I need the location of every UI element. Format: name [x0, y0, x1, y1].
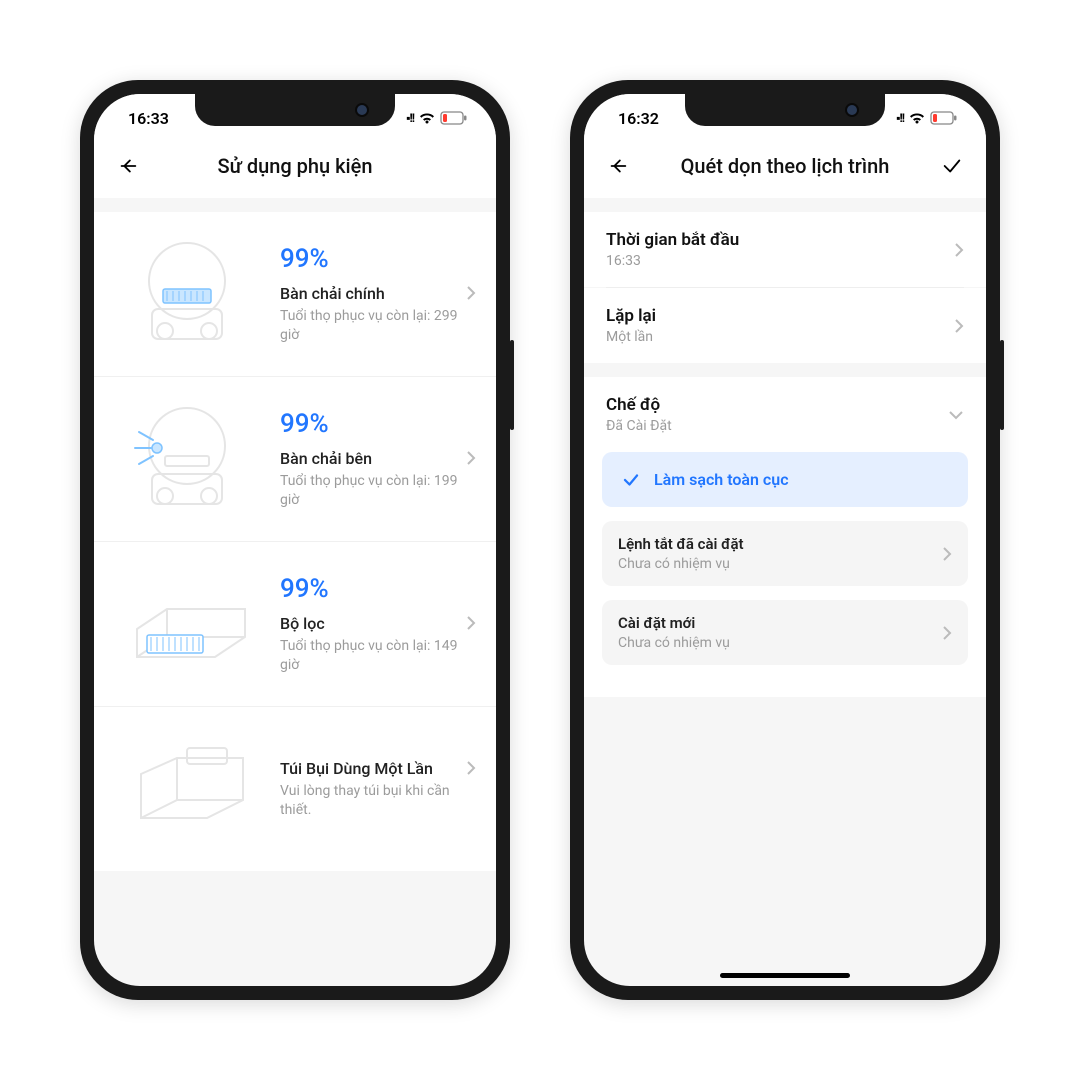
confirm-button[interactable] [938, 152, 966, 180]
option-new-setting[interactable]: Cài đặt mới Chưa có nhiệm vụ [602, 600, 968, 665]
option-title: Cài đặt mới [618, 614, 730, 632]
option-global-clean[interactable]: Làm sạch toàn cục [602, 452, 968, 507]
mode-value: Đã Cài Đặt [606, 418, 672, 434]
phone-mockup-right: 16:32 ▪!! Quét dọn theo lịch trình Thời … [570, 80, 1000, 1000]
start-time-value: 16:33 [606, 253, 739, 269]
page-title: Quét dọn theo lịch trình [632, 154, 938, 178]
chevron-right-icon [942, 625, 952, 641]
accessory-item-filter[interactable]: 99% Bộ lọc Tuổi thọ phục vụ còn lại: 149… [94, 542, 496, 707]
accessory-item-dust-bag[interactable]: Túi Bụi Dùng Một Lần Vui lòng thay túi b… [94, 707, 496, 871]
battery-low-icon [930, 111, 958, 125]
back-button[interactable] [114, 152, 142, 180]
arrow-left-icon [117, 155, 139, 177]
check-icon [622, 471, 640, 489]
accessory-percent: 99% [280, 409, 476, 439]
start-time-label: Thời gian bắt đầu [606, 230, 739, 250]
phone-notch [685, 94, 885, 126]
chevron-right-icon [466, 450, 476, 466]
section-gap [584, 363, 986, 377]
chevron-right-icon [466, 615, 476, 631]
section-gap [94, 198, 496, 212]
option-label: Làm sạch toàn cục [654, 470, 789, 489]
page-title: Sử dụng phụ kiện [142, 154, 448, 178]
back-button[interactable] [604, 152, 632, 180]
accessory-name: Bộ lọc [280, 614, 325, 633]
accessory-sub: Tuổi thọ phục vụ còn lại: 199 giờ [280, 472, 476, 510]
signal-icon: ▪!! [406, 111, 414, 125]
status-indicators: ▪!! [896, 111, 958, 125]
check-icon [941, 155, 963, 177]
accessory-item-main-brush[interactable]: 99% Bàn chải chính Tuổi thọ phục vụ còn … [94, 212, 496, 377]
chevron-down-icon [948, 410, 964, 420]
phone-mockup-left: 16:33 ▪!! Sử dụng phụ kiện [80, 80, 510, 1000]
accessory-item-side-brush[interactable]: 99% Bàn chải bên Tuổi thọ phục vụ còn lạ… [94, 377, 496, 542]
section-gap [584, 198, 986, 212]
battery-low-icon [440, 111, 468, 125]
accessory-sub: Tuổi thọ phục vụ còn lại: 299 giờ [280, 307, 476, 345]
page-header: Sử dụng phụ kiện [94, 142, 496, 198]
wifi-icon [418, 111, 436, 125]
phone-screen: 16:32 ▪!! Quét dọn theo lịch trình Thời … [584, 94, 986, 986]
signal-icon: ▪!! [896, 111, 904, 125]
home-indicator[interactable] [720, 973, 850, 978]
accessory-percent: 99% [280, 244, 476, 274]
chevron-right-icon [466, 285, 476, 301]
dust-bag-illustration-icon [112, 729, 262, 849]
main-brush-illustration-icon [112, 234, 262, 354]
accessory-name: Túi Bụi Dùng Một Lần [280, 759, 433, 778]
option-sub: Chưa có nhiệm vụ [618, 635, 730, 651]
repeat-label: Lặp lại [606, 306, 656, 326]
chevron-right-icon [942, 546, 952, 562]
option-title: Lệnh tắt đã cài đặt [618, 535, 744, 553]
accessory-name: Bàn chải chính [280, 284, 385, 303]
setting-repeat[interactable]: Lặp lại Một lần [584, 288, 986, 363]
repeat-value: Một lần [606, 329, 656, 345]
setting-mode[interactable]: Chế độ Đã Cài Đặt [584, 377, 986, 452]
status-time: 16:33 [128, 109, 169, 128]
chevron-right-icon [954, 242, 964, 258]
phone-screen: 16:33 ▪!! Sử dụng phụ kiện [94, 94, 496, 986]
accessory-sub: Vui lòng thay túi bụi khi cần thiết. [280, 782, 476, 820]
arrow-left-icon [607, 155, 629, 177]
option-sub: Chưa có nhiệm vụ [618, 556, 744, 572]
accessory-percent: 99% [280, 574, 476, 604]
chevron-right-icon [954, 318, 964, 334]
accessory-name: Bàn chải bên [280, 449, 372, 468]
accessory-list: 99% Bàn chải chính Tuổi thọ phục vụ còn … [94, 212, 496, 871]
phone-notch [195, 94, 395, 126]
mode-options: Làm sạch toàn cục Lệnh tắt đã cài đặt Ch… [584, 452, 986, 697]
status-time: 16:32 [618, 109, 659, 128]
filter-illustration-icon [112, 564, 262, 684]
mode-label: Chế độ [606, 395, 672, 415]
setting-start-time[interactable]: Thời gian bắt đầu 16:33 [584, 212, 986, 287]
page-header: Quét dọn theo lịch trình [584, 142, 986, 198]
wifi-icon [908, 111, 926, 125]
status-indicators: ▪!! [406, 111, 468, 125]
side-brush-illustration-icon [112, 399, 262, 519]
accessory-sub: Tuổi thọ phục vụ còn lại: 149 giờ [280, 637, 476, 675]
option-shutdown-command[interactable]: Lệnh tắt đã cài đặt Chưa có nhiệm vụ [602, 521, 968, 586]
chevron-right-icon [466, 760, 476, 776]
